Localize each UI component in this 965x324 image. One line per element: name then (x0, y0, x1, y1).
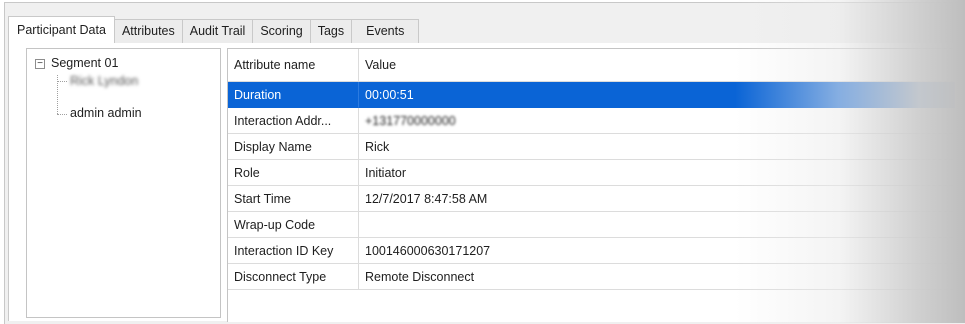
table-row[interactable]: Disconnect Type Remote Disconnect (228, 264, 955, 291)
attribute-name-cell: Interaction Addr... (228, 108, 359, 134)
table-row[interactable]: Interaction ID Key 100146000630171207 (228, 238, 955, 265)
attribute-name-cell: Disconnect Type (228, 264, 359, 290)
participant-data-panel: − Segment 01 Rick Lyndon admin admin Att… (8, 43, 955, 322)
attribute-name-cell: Wrap-up Code (228, 212, 359, 238)
tab-audit-trail[interactable]: Audit Trail (181, 19, 254, 43)
tab-attributes[interactable]: Attributes (113, 19, 183, 43)
attribute-value-cell: Remote Disconnect (359, 264, 955, 290)
attribute-value-cell: Initiator (359, 160, 955, 186)
table-row[interactable]: Role Initiator (228, 160, 955, 187)
attribute-name-cell: Duration (228, 82, 359, 108)
tab-scoring[interactable]: Scoring (252, 19, 311, 43)
attribute-value-cell: 00:00:51 (359, 82, 955, 108)
column-header-value[interactable]: Value (359, 49, 955, 82)
table-row[interactable]: Wrap-up Code (228, 212, 955, 239)
attribute-name-cell: Display Name (228, 134, 359, 160)
redacted-value: +131770000000 (365, 114, 456, 128)
table-row[interactable]: Start Time 12/7/2017 8:47:58 AM (228, 186, 955, 213)
attribute-value-cell: +131770000000 (359, 108, 955, 134)
tree-node-segment[interactable]: Segment 01 (51, 56, 118, 70)
tab-tags[interactable]: Tags (309, 19, 353, 43)
grid-header: Attribute name Value (228, 49, 955, 82)
participant-tree: − Segment 01 Rick Lyndon admin admin (26, 48, 221, 318)
attribute-value-cell: Rick (359, 134, 955, 160)
tree-node-participant[interactable]: admin admin (70, 106, 142, 120)
attribute-name-cell: Role (228, 160, 359, 186)
tab-strip: Participant Data Attributes Audit Trail … (8, 16, 948, 44)
attribute-value-cell (359, 212, 955, 238)
minus-icon[interactable]: − (35, 59, 45, 69)
attribute-name-cell: Start Time (228, 186, 359, 212)
table-row[interactable]: Duration 00:00:51 (228, 82, 955, 109)
table-row[interactable]: Interaction Addr... +131770000000 (228, 108, 955, 135)
tree-node-participant[interactable]: Rick Lyndon (70, 74, 138, 88)
table-row[interactable]: Display Name Rick (228, 134, 955, 161)
attribute-value-cell: 100146000630171207 (359, 238, 955, 264)
attribute-name-cell: Interaction ID Key (228, 238, 359, 264)
attribute-grid: Attribute name Value Duration 00:00:51 I… (227, 48, 955, 322)
tree-connector (57, 81, 67, 82)
tab-events[interactable]: Events (351, 19, 420, 43)
attribute-value-cell: 12/7/2017 8:47:58 AM (359, 186, 955, 212)
tab-participant-data[interactable]: Participant Data (8, 16, 115, 44)
column-header-attribute-name[interactable]: Attribute name (228, 49, 359, 82)
tree-connector (57, 114, 67, 115)
